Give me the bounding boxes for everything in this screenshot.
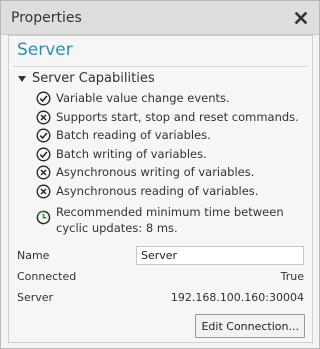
x-circle-icon xyxy=(36,165,51,180)
capability-item: Batch reading of variables. xyxy=(36,128,299,147)
capability-label: Asynchronous writing of variables. xyxy=(56,165,255,179)
capability-label: Asynchronous reading of variables. xyxy=(56,183,259,198)
panel-heading: Server xyxy=(17,40,73,60)
connected-value: True xyxy=(280,270,304,283)
capability-item: Recommended minimum time between cyclic … xyxy=(36,204,299,236)
name-input[interactable] xyxy=(136,246,304,265)
server-value: 192.168.100.160:30004 xyxy=(170,291,304,304)
capability-label: Batch reading of variables. xyxy=(56,128,211,142)
server-row: Server 192.168.100.160:30004 xyxy=(17,291,304,304)
title-bar: Properties xyxy=(1,1,319,35)
x-circle-icon xyxy=(36,184,51,198)
close-icon[interactable] xyxy=(290,7,312,29)
name-row: Name xyxy=(17,246,304,265)
capability-item: Batch writing of variables. xyxy=(36,147,299,166)
capabilities-group-label: Server Capabilities xyxy=(32,71,155,86)
capability-label: Batch writing of variables. xyxy=(56,146,207,161)
check-circle-icon xyxy=(36,128,51,143)
divider xyxy=(13,66,308,67)
edit-connection-button[interactable]: Edit Connection... xyxy=(195,314,305,338)
capabilities-list: Variable value change events. Supports s… xyxy=(36,91,299,236)
check-circle-icon xyxy=(36,147,51,161)
connected-row: Connected True xyxy=(17,270,304,283)
properties-panel: Server Server Capabilities Variable valu… xyxy=(8,35,313,343)
check-circle-icon xyxy=(36,91,51,106)
clock-icon xyxy=(36,210,51,225)
capability-item: Asynchronous reading of variables. xyxy=(36,184,299,203)
properties-window: Properties Server Server Capabilities Va… xyxy=(0,0,320,349)
connected-label: Connected xyxy=(17,270,77,283)
x-circle-icon xyxy=(36,110,51,124)
capability-item: Variable value change events. xyxy=(36,91,299,110)
capability-label: Supports start, stop and reset commands. xyxy=(56,109,299,124)
capability-label: Variable value change events. xyxy=(56,91,230,105)
server-label: Server xyxy=(17,291,54,304)
window-title: Properties xyxy=(11,9,82,26)
capability-label: Recommended minimum time between cyclic … xyxy=(56,205,284,235)
name-label: Name xyxy=(17,249,50,262)
expand-triangle-icon xyxy=(18,75,26,82)
capability-item: Asynchronous writing of variables. xyxy=(36,165,299,184)
capability-item: Supports start, stop and reset commands. xyxy=(36,110,299,129)
capabilities-group-toggle[interactable]: Server Capabilities xyxy=(18,71,155,86)
